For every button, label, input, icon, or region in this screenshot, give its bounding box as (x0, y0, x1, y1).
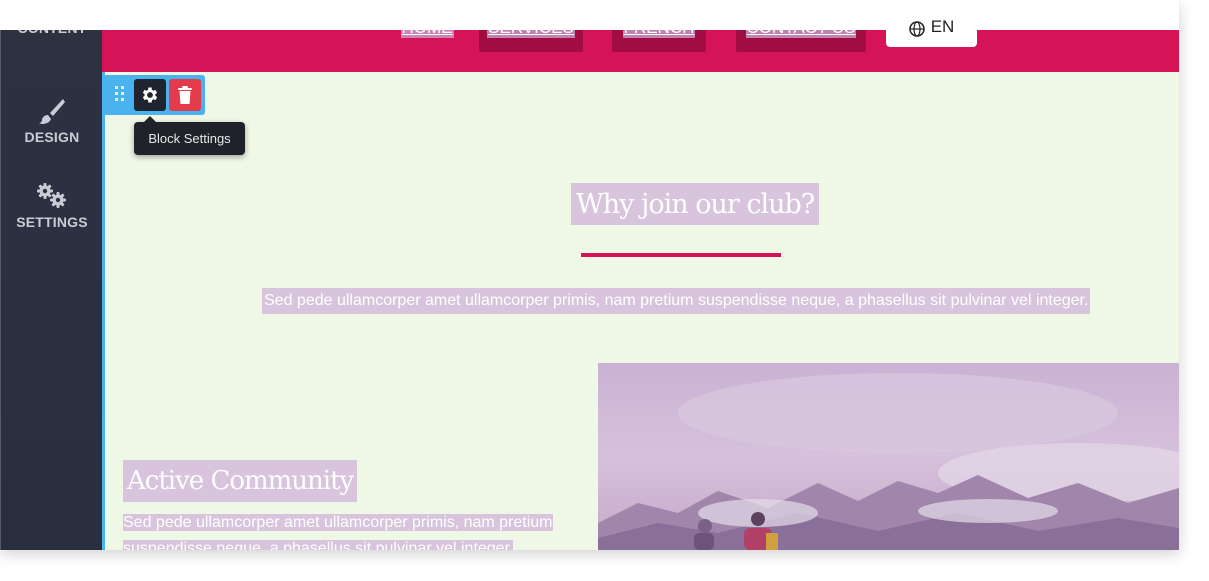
editor-frame: HOME SERVICES FRENCH CONTACT US Why join… (0, 0, 1179, 550)
language-selector[interactable]: EN (886, 10, 977, 47)
brush-icon (39, 99, 65, 124)
gears-icon (37, 183, 66, 208)
sidebar-item-design[interactable]: DESIGN (1, 97, 103, 145)
feature-text: Sed pede ullamcorper amet ullamcorper pr… (123, 510, 573, 550)
globe-icon (908, 21, 925, 37)
community-photo (598, 363, 1179, 550)
section-heading: Why join our club? (571, 183, 820, 225)
trash-icon (178, 86, 192, 104)
top-overlay (0, 0, 1179, 30)
block-settings-tooltip: Block Settings (134, 116, 245, 155)
gear-icon (142, 87, 158, 103)
sidebar-item-settings-label: SETTINGS (16, 214, 88, 230)
language-label: EN (930, 17, 955, 36)
section-intro: Sed pede ullamcorper amet ullamcorper pr… (262, 288, 1091, 314)
feature-heading: Active Community (123, 460, 358, 502)
editor-sidebar: CONTENT DESIGN (0, 0, 102, 550)
sidebar-item-design-label: DESIGN (24, 129, 80, 145)
block-delete-button[interactable] (169, 79, 201, 111)
drag-handle-icon[interactable] (114, 84, 126, 104)
sidebar-item-settings[interactable]: SETTINGS (1, 182, 103, 230)
block-settings-button[interactable] (134, 79, 166, 111)
feature-text-content: Sed pede ullamcorper amet ullamcorper pr… (123, 514, 553, 550)
heading-divider (581, 253, 781, 257)
